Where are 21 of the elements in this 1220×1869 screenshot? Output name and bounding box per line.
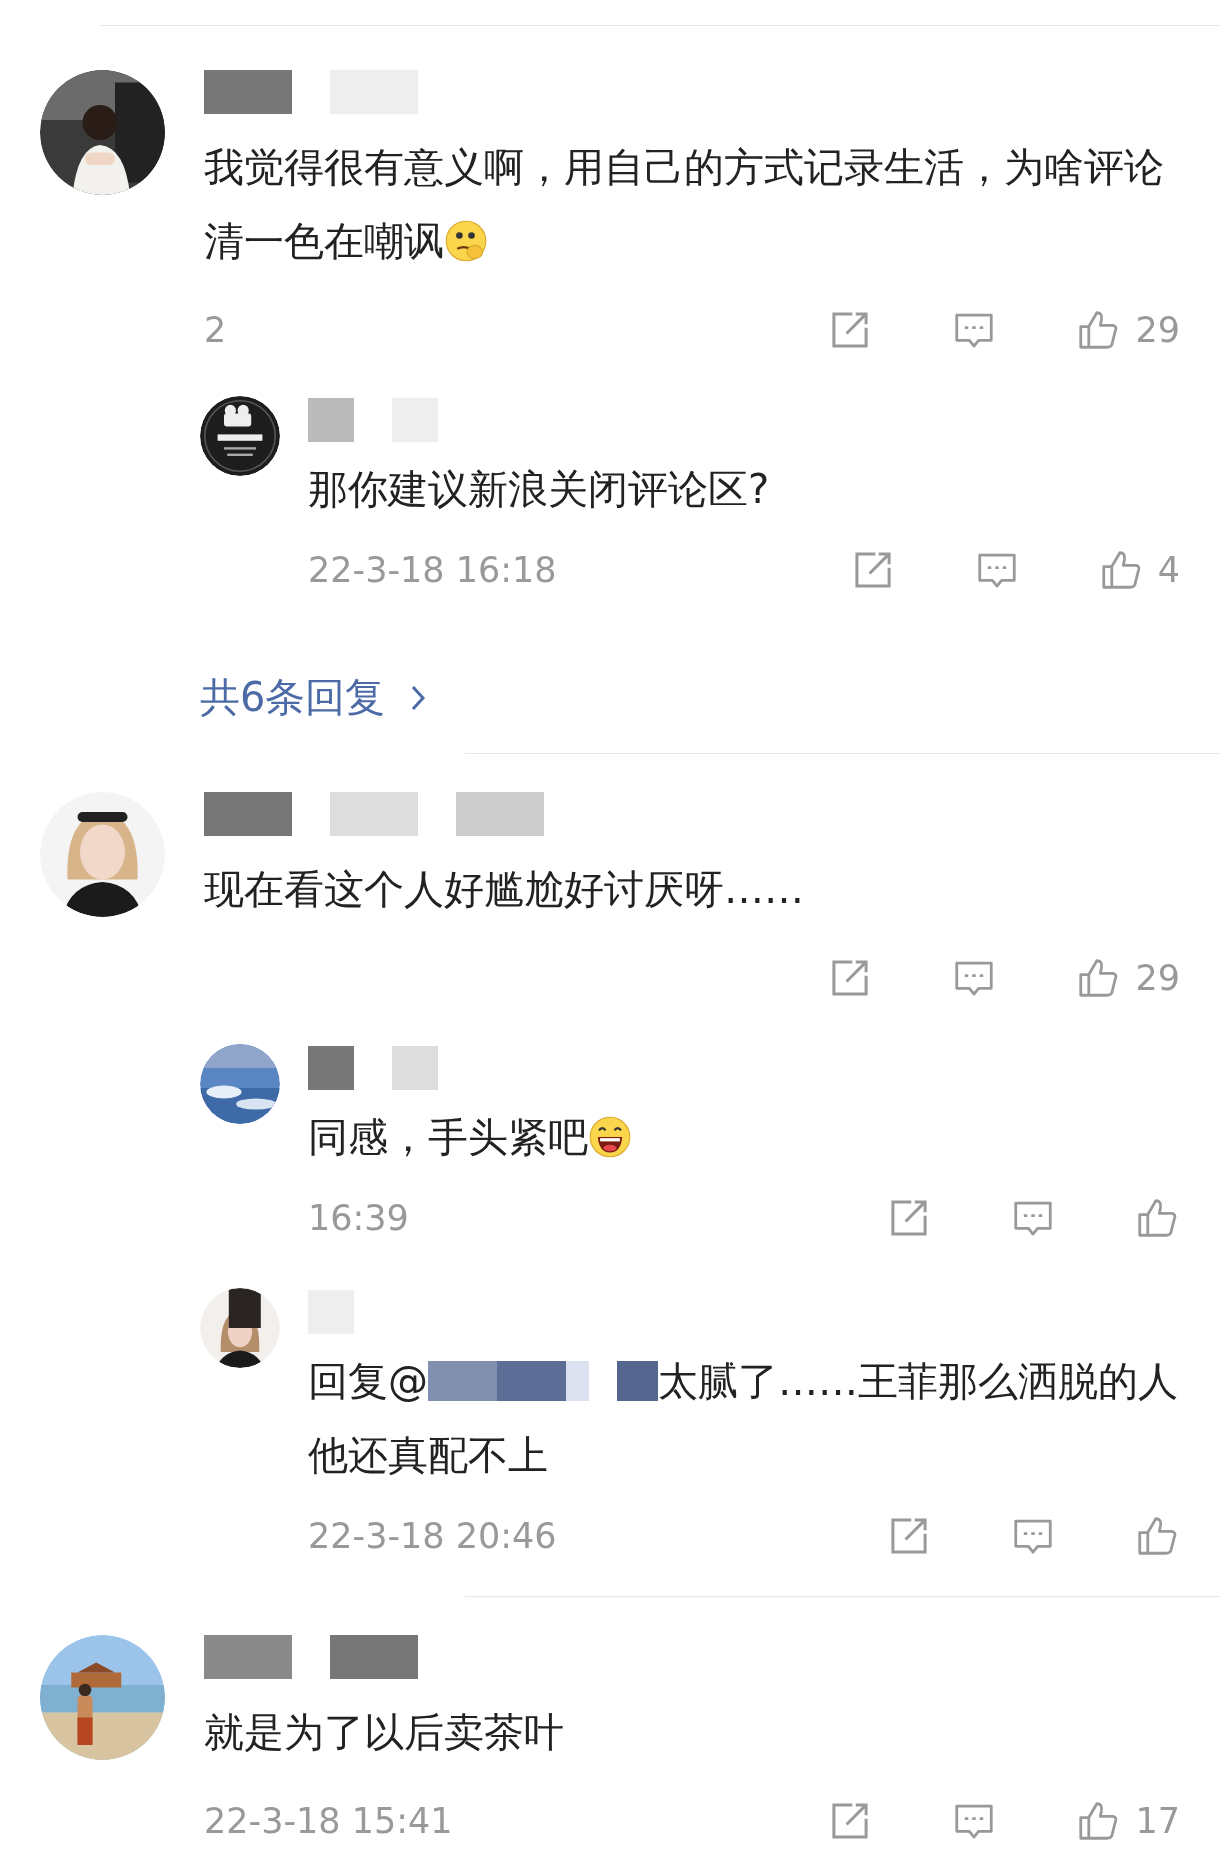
like-count: 17 (1135, 1801, 1180, 1841)
timestamp: 22-3-18 20:46 (308, 1516, 557, 1556)
more-replies-link[interactable]: 共6条回复 (200, 670, 428, 725)
like-count: 29 (1135, 310, 1180, 350)
comment-text: 我觉得很有意义啊，用自己的方式记录生活，为啥评论清一色在嘲讽 (204, 143, 1165, 266)
redaction-block (308, 398, 354, 442)
comment-text: 就是为了以后卖茶叶 (204, 1708, 565, 1757)
reply-count: 2 (204, 310, 227, 350)
thinking-emoji-icon (444, 219, 488, 263)
like-count: 4 (1157, 550, 1180, 590)
comment-text: 回复@ 太腻了……王菲那么洒脱的人他还真配不上 (308, 1357, 1179, 1480)
timestamp: 22-3-18 15:41 (204, 1801, 453, 1841)
comment-text: 同感，手头紧吧 (308, 1100, 1180, 1174)
redaction-block (308, 1046, 354, 1090)
laughing-emoji-icon (588, 1115, 632, 1159)
timestamp: 22-3-18 16:18 (308, 550, 557, 590)
redaction-block (392, 1046, 438, 1090)
comment-text: 那你建议新浪关闭评论区? (308, 465, 771, 514)
like-count: 29 (1135, 958, 1180, 998)
timestamp: 16:39 (308, 1198, 409, 1238)
comment-text: 现在看这个人好尴尬好讨厌呀…… (204, 865, 805, 914)
